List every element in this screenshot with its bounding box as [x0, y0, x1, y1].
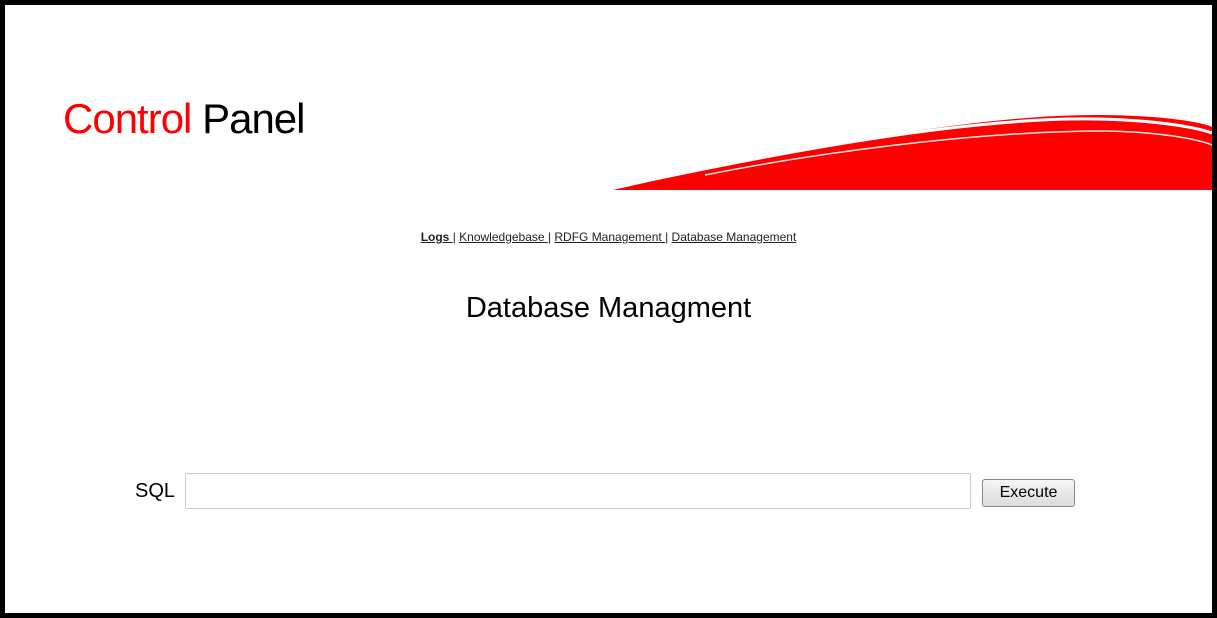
nav-link-database-management[interactable]: Database Management — [672, 230, 797, 244]
sql-label: SQL — [135, 480, 176, 502]
header: Control Panel — [5, 5, 1212, 205]
nav-bar: Logs | Knowledgebase | RDFG Management |… — [5, 229, 1212, 245]
brand-accent-word: Control — [63, 95, 192, 142]
nav-link-rdfg-management[interactable]: RDFG Management — [554, 230, 665, 244]
brand-rest-word: Panel — [202, 95, 305, 142]
sql-input[interactable] — [185, 473, 971, 509]
page-title: Database Managment — [465, 292, 752, 324]
nav-link-logs[interactable]: Logs — [421, 230, 453, 244]
nav-separator: | — [665, 230, 669, 244]
nav-separator: | — [547, 230, 552, 244]
nav-link-knowledgebase[interactable]: Knowledgebase — [459, 230, 548, 244]
nav-separator: | — [452, 230, 456, 244]
brand-title: Control Panel — [63, 94, 306, 144]
page-frame: Control Panel Logs | Knowledgebase | RDF… — [0, 0, 1217, 618]
execute-button[interactable]: Execute — [982, 479, 1075, 507]
